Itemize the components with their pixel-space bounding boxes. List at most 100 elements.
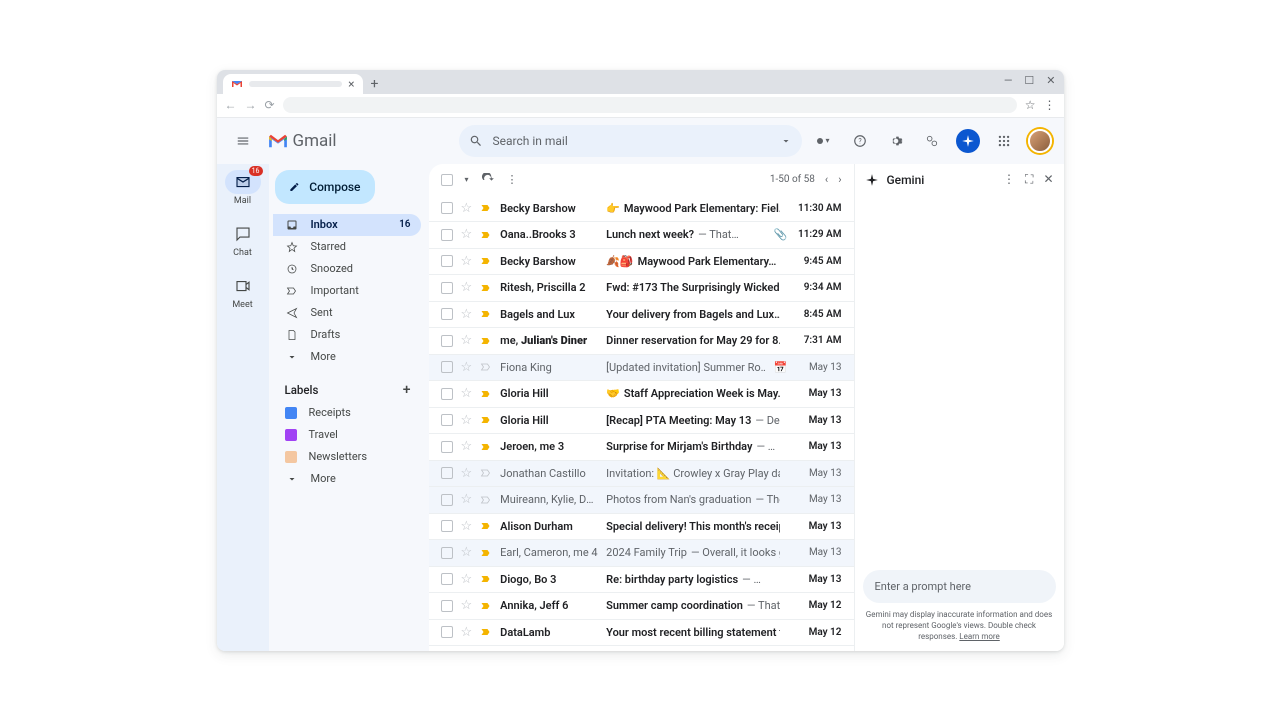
star-icon[interactable]: ☆ — [461, 492, 473, 507]
important-marker[interactable] — [480, 520, 492, 532]
row-checkbox[interactable] — [441, 494, 453, 506]
important-marker[interactable] — [480, 282, 492, 294]
important-marker[interactable] — [480, 414, 492, 426]
email-row[interactable]: ☆ Muireann, Kylie, David Photos from Nan… — [429, 487, 854, 514]
rail-mail[interactable]: 16 Mail — [217, 166, 269, 210]
star-icon[interactable]: ☆ — [461, 439, 473, 454]
email-row[interactable]: ☆ Fiona King [Updated invitation] Summer… — [429, 355, 854, 382]
star-icon[interactable]: ☆ — [461, 360, 473, 375]
search-options-icon[interactable] — [780, 135, 792, 147]
compose-button[interactable]: Compose — [275, 170, 375, 204]
email-row[interactable]: ☆ Jonathan Castillo Invitation: 📐 Crowle… — [429, 461, 854, 488]
star-icon[interactable]: ☆ — [461, 280, 473, 295]
star-icon[interactable]: ☆ — [461, 413, 473, 428]
gemini-close-icon[interactable]: ✕ — [1043, 172, 1053, 187]
help-icon[interactable]: ? — [848, 129, 872, 153]
star-icon[interactable]: ☆ — [461, 386, 473, 401]
row-checkbox[interactable] — [441, 388, 453, 400]
row-checkbox[interactable] — [441, 573, 453, 585]
gemini-more-icon[interactable]: ⋮ — [1003, 172, 1015, 187]
row-checkbox[interactable] — [441, 520, 453, 532]
email-row[interactable]: ☆ Gloria Hill 🤝Staff Appreciation Week i… — [429, 381, 854, 408]
star-icon[interactable]: ☆ — [461, 598, 473, 613]
nav-item-snoozed[interactable]: Snoozed — [273, 258, 421, 280]
label-item-receipts[interactable]: Receipts — [273, 402, 421, 424]
email-row[interactable]: ☆ Bagels and Lux Your delivery from Bage… — [429, 302, 854, 329]
nav-item-drafts[interactable]: Drafts — [273, 324, 421, 346]
important-marker[interactable] — [480, 229, 492, 241]
row-checkbox[interactable] — [441, 547, 453, 559]
label-item-newsletters[interactable]: Newsletters — [273, 446, 421, 468]
prev-page-button[interactable]: ‹ — [825, 173, 828, 186]
add-label-button[interactable]: + — [403, 382, 411, 398]
label-item-more[interactable]: More — [273, 468, 421, 490]
email-row[interactable]: ☆ me, Julian's Diner Dinner reservation … — [429, 328, 854, 355]
star-icon[interactable]: ☆ — [461, 545, 473, 560]
label-item-travel[interactable]: Travel — [273, 424, 421, 446]
email-row[interactable]: ☆ Becky Barshow 🍂🎒Maywood Park Elementar… — [429, 249, 854, 276]
status-indicator[interactable]: ▾ — [812, 129, 836, 153]
important-marker[interactable] — [480, 361, 492, 373]
row-checkbox[interactable] — [441, 600, 453, 612]
browser-tab[interactable]: × — [223, 74, 363, 94]
email-row[interactable]: ☆ Gloria Hill [Recap] PTA Meeting: May 1… — [429, 408, 854, 435]
star-icon[interactable]: ☆ — [461, 333, 473, 348]
important-marker[interactable] — [480, 388, 492, 400]
email-row[interactable]: ☆ Alison Durham Special delivery! This m… — [429, 514, 854, 541]
row-checkbox[interactable] — [441, 335, 453, 347]
labs-icon[interactable] — [920, 129, 944, 153]
tab-close-icon[interactable]: × — [348, 77, 354, 91]
important-marker[interactable] — [480, 335, 492, 347]
row-checkbox[interactable] — [441, 441, 453, 453]
star-icon[interactable]: ☆ — [461, 572, 473, 587]
important-marker[interactable] — [480, 308, 492, 320]
apps-icon[interactable] — [992, 129, 1016, 153]
row-checkbox[interactable] — [441, 282, 453, 294]
close-window-button[interactable]: ✕ — [1046, 74, 1055, 87]
more-actions-button[interactable]: ⋮ — [507, 173, 518, 186]
star-icon[interactable]: ☆ — [461, 625, 473, 640]
main-menu-button[interactable] — [229, 127, 257, 155]
gemini-expand-icon[interactable]: ⛶ — [1025, 172, 1033, 187]
email-row[interactable]: ☆ Ritesh, Priscilla 2 Fwd: #173 The Surp… — [429, 275, 854, 302]
nav-item-more[interactable]: More — [273, 346, 421, 368]
email-row[interactable]: ☆ Diogo, Bo 3 Re: birthday party logisti… — [429, 567, 854, 594]
forward-button[interactable]: → — [245, 98, 257, 112]
minimize-button[interactable]: — — [1004, 74, 1013, 87]
row-checkbox[interactable] — [441, 202, 453, 214]
gmail-logo[interactable]: Gmail — [267, 131, 449, 151]
star-icon[interactable]: ☆ — [461, 201, 473, 216]
row-checkbox[interactable] — [441, 467, 453, 479]
select-all-checkbox[interactable] — [441, 174, 453, 186]
important-marker[interactable] — [480, 202, 492, 214]
nav-item-sent[interactable]: Sent — [273, 302, 421, 324]
row-checkbox[interactable] — [441, 414, 453, 426]
nav-item-inbox[interactable]: Inbox16 — [273, 214, 421, 236]
star-icon[interactable]: ☆ — [461, 466, 473, 481]
bookmark-star-icon[interactable]: ☆ — [1025, 98, 1036, 112]
gemini-button[interactable] — [956, 129, 980, 153]
important-marker[interactable] — [480, 467, 492, 479]
star-icon[interactable]: ☆ — [461, 254, 473, 269]
row-checkbox[interactable] — [441, 626, 453, 638]
select-dropdown-icon[interactable]: ▾ — [465, 175, 469, 184]
row-checkbox[interactable] — [441, 308, 453, 320]
important-marker[interactable] — [480, 600, 492, 612]
next-page-button[interactable]: › — [838, 173, 841, 186]
star-icon[interactable]: ☆ — [461, 307, 473, 322]
row-checkbox[interactable] — [441, 361, 453, 373]
gemini-prompt-input[interactable]: Enter a prompt here — [863, 570, 1056, 603]
important-marker[interactable] — [480, 547, 492, 559]
nav-item-important[interactable]: Important — [273, 280, 421, 302]
settings-icon[interactable] — [884, 129, 908, 153]
gemini-learn-more-link[interactable]: Learn more — [959, 632, 999, 641]
row-checkbox[interactable] — [441, 229, 453, 241]
refresh-button[interactable] — [481, 173, 495, 187]
email-row[interactable]: ☆ Jeroen, me 3 Surprise for Mirjam's Bir… — [429, 434, 854, 461]
important-marker[interactable] — [480, 626, 492, 638]
important-marker[interactable] — [480, 441, 492, 453]
row-checkbox[interactable] — [441, 255, 453, 267]
browser-menu-icon[interactable]: ⋮ — [1044, 98, 1056, 112]
account-avatar[interactable] — [1028, 129, 1052, 153]
address-bar[interactable] — [283, 97, 1017, 113]
